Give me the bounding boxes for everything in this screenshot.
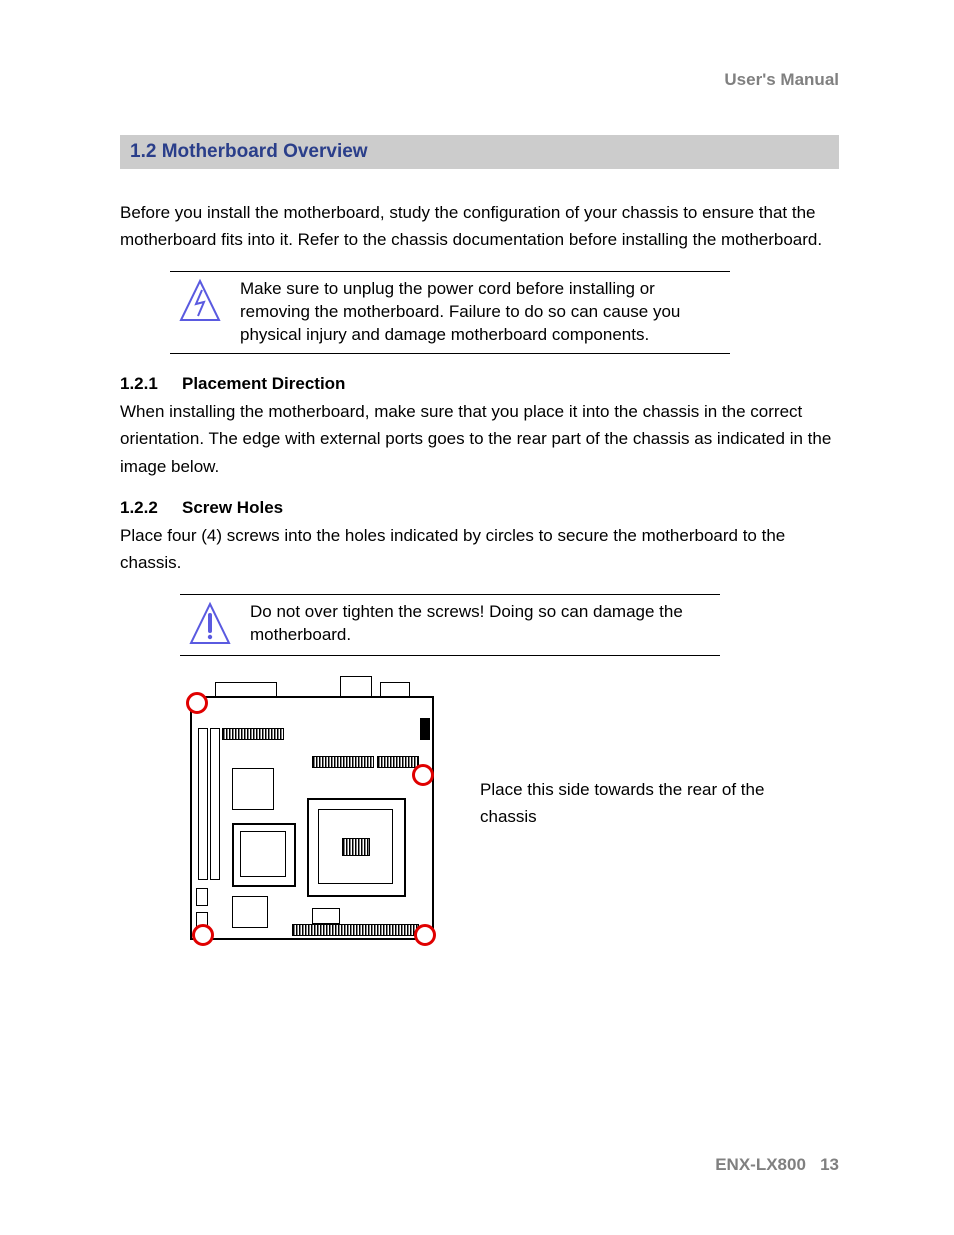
motherboard-diagram	[180, 676, 440, 946]
footer-model: ENX-LX800	[715, 1155, 806, 1174]
section-heading: 1.2 Motherboard Overview	[120, 135, 839, 169]
subheading-num: 1.2.2	[120, 498, 182, 518]
screw-hole-marker	[412, 764, 434, 786]
placement-paragraph: When installing the motherboard, make su…	[120, 398, 839, 480]
warning-text-screws: Do not over tighten the screws! Doing so…	[250, 601, 720, 647]
intro-paragraph: Before you install the motherboard, stud…	[120, 199, 839, 253]
warning-callout-power: Make sure to unplug the power cord befor…	[170, 271, 730, 354]
screw-hole-marker	[192, 924, 214, 946]
footer-page: 13	[820, 1155, 839, 1174]
subheading-title: Screw Holes	[182, 498, 283, 517]
subheading-num: 1.2.1	[120, 374, 182, 394]
exclamation-warning-icon	[180, 601, 250, 649]
lightning-warning-icon	[170, 278, 240, 326]
subheading-placement: 1.2.1Placement Direction	[120, 374, 839, 394]
diagram-caption: Place this side towards the rear of the …	[480, 776, 800, 830]
warning-text-power: Make sure to unplug the power cord befor…	[240, 278, 730, 347]
subheading-screwholes: 1.2.2Screw Holes	[120, 498, 839, 518]
subheading-title: Placement Direction	[182, 374, 345, 393]
screw-hole-marker	[186, 692, 208, 714]
footer: ENX-LX800 13	[715, 1155, 839, 1175]
header-manual-label: User's Manual	[120, 70, 839, 90]
screwholes-paragraph: Place four (4) screws into the holes ind…	[120, 522, 839, 576]
diagram-row: Place this side towards the rear of the …	[180, 676, 839, 946]
page: User's Manual 1.2 Motherboard Overview B…	[0, 0, 954, 1235]
warning-callout-screws: Do not over tighten the screws! Doing so…	[180, 594, 720, 656]
screw-hole-marker	[414, 924, 436, 946]
